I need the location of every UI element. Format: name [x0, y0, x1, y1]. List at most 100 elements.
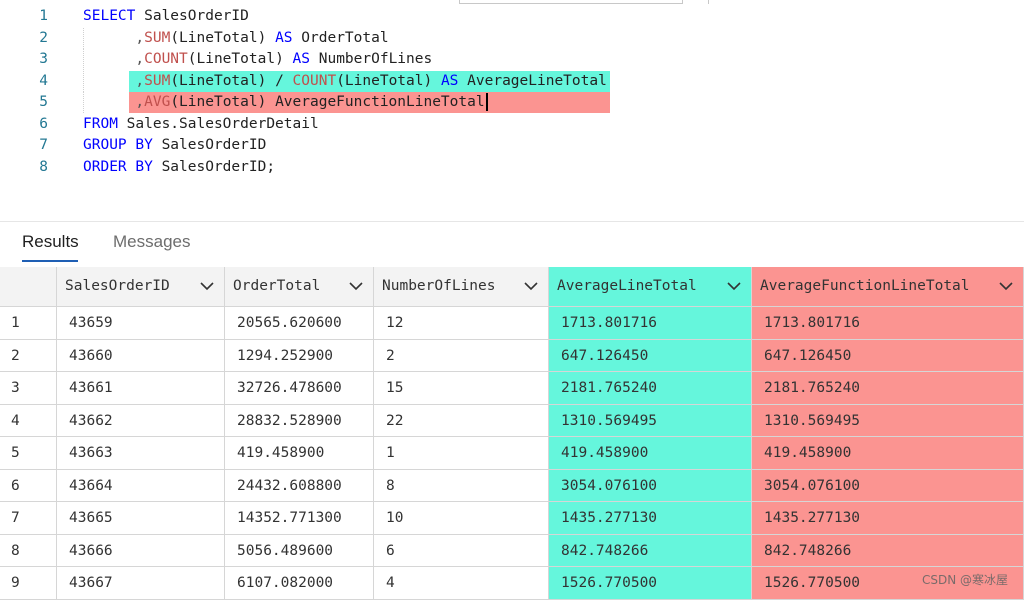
cell-number-of-lines[interactable]: 10	[374, 502, 549, 535]
code-token: ORDER BY	[83, 158, 153, 175]
cell-order-total[interactable]: 1294.252900	[225, 339, 374, 372]
cell-order-total[interactable]: 28832.528900	[225, 404, 374, 437]
cell-order-total[interactable]: 6107.082000	[225, 567, 374, 600]
line-number: 5	[39, 94, 48, 110]
cell-value: 647.126450	[561, 347, 649, 364]
cell-value: 1713.801716	[561, 315, 658, 331]
cell-average-function-line-total[interactable]: 647.126450	[752, 339, 1024, 372]
cell-sales-order-id[interactable]: 43664	[57, 469, 225, 502]
column-header-sales-order-id[interactable]: SalesOrderID	[57, 267, 225, 307]
code-line[interactable]: 6 FROM Sales.SalesOrderDetail	[0, 114, 1024, 135]
cell-sales-order-id[interactable]: 43661	[57, 372, 225, 405]
code-line[interactable]: 1 SELECT SalesOrderID	[0, 6, 1024, 27]
cell-row-number[interactable]: 1	[0, 307, 57, 340]
cell-average-function-line-total[interactable]: 1435.277130	[752, 502, 1024, 535]
cell-order-total[interactable]: 32726.478600	[225, 372, 374, 405]
table-row[interactable]: 1 43659 20565.620600 12 1713.801716 1713.8017…	[0, 307, 1024, 340]
chevron-down-icon[interactable]	[200, 267, 214, 305]
cell-row-number[interactable]: 4	[0, 404, 57, 437]
code-line[interactable]: 4 ,SUM(LineTotal) / COUNT(LineTotal) AS …	[0, 70, 1024, 92]
code-line[interactable]: 5 ,AVG(LineTotal) AverageFunctionLineTot…	[0, 92, 1024, 113]
code-line[interactable]: 2 ,SUM(LineTotal) AS OrderTotal	[0, 27, 1024, 49]
cell-row-number[interactable]: 3	[0, 372, 57, 405]
table-row[interactable]: 6 43664 24432.608800 8 3054.076100 3054.07610…	[0, 469, 1024, 502]
cell-sales-order-id[interactable]: 43659	[57, 307, 225, 340]
code-token: SUM	[144, 72, 171, 89]
cell-order-total[interactable]: 5056.489600	[225, 534, 374, 567]
table-row[interactable]: 4 43662 28832.528900 22 1310.569495 1310.5694…	[0, 404, 1024, 437]
cell-number-of-lines[interactable]: 8	[374, 469, 549, 502]
column-header-row-number[interactable]	[0, 267, 57, 307]
chevron-down-icon[interactable]	[349, 267, 363, 305]
cell-order-total[interactable]: 24432.608800	[225, 469, 374, 502]
cell-average-line-total[interactable]: 1526.770500	[549, 567, 752, 600]
cell-number-of-lines[interactable]: 22	[374, 404, 549, 437]
code-token: (LineTotal) /	[170, 72, 293, 89]
cell-row-number[interactable]: 2	[0, 339, 57, 372]
table-row[interactable]: 3 43661 32726.478600 15 2181.765240 2181.7652…	[0, 372, 1024, 405]
column-header-average-function-line-total[interactable]: AverageFunctionLineTotal	[752, 267, 1024, 307]
cell-number-of-lines[interactable]: 2	[374, 339, 549, 372]
cell-sales-order-id[interactable]: 43662	[57, 404, 225, 437]
chevron-down-icon[interactable]	[727, 267, 741, 305]
tab-results[interactable]: Results	[22, 232, 79, 252]
cell-average-line-total[interactable]: 3054.076100	[549, 469, 752, 502]
table-row[interactable]: 5 43663 419.458900 1 419.458900 419.458900	[0, 437, 1024, 470]
code-line[interactable]: 7 GROUP BY SalesOrderID	[0, 135, 1024, 156]
table-row[interactable]: 7 43665 14352.771300 10 1435.277130 1435.2771…	[0, 502, 1024, 535]
cell-average-line-total[interactable]: 419.458900	[549, 437, 752, 470]
active-tab-indicator	[22, 260, 78, 262]
cell-number-of-lines[interactable]: 12	[374, 307, 549, 340]
tab-messages[interactable]: Messages	[113, 232, 190, 252]
code-text: FROM Sales.SalesOrderDetail	[83, 114, 319, 135]
cell-sales-order-id[interactable]: 43660	[57, 339, 225, 372]
cell-row-number[interactable]: 5	[0, 437, 57, 470]
cell-order-total[interactable]: 419.458900	[225, 437, 374, 470]
results-tab-bar: Results Messages	[0, 221, 1024, 268]
chevron-down-icon[interactable]	[999, 267, 1013, 305]
cell-number-of-lines[interactable]: 4	[374, 567, 549, 600]
cell-average-function-line-total[interactable]: 842.748266	[752, 534, 1024, 567]
cell-value: 43661	[69, 380, 113, 396]
cell-order-total[interactable]: 20565.620600	[225, 307, 374, 340]
cell-row-number[interactable]: 7	[0, 502, 57, 535]
cell-value: 12	[386, 315, 404, 331]
column-header-number-of-lines[interactable]: NumberOfLines	[374, 267, 549, 307]
column-header-average-line-total[interactable]: AverageLineTotal	[549, 267, 752, 307]
code-line[interactable]: 3 ,COUNT(LineTotal) AS NumberOfLines	[0, 49, 1024, 70]
cell-number-of-lines[interactable]: 6	[374, 534, 549, 567]
cell-average-line-total[interactable]: 1713.801716	[549, 307, 752, 340]
column-header-order-total[interactable]: OrderTotal	[225, 267, 374, 307]
code-line[interactable]: 8 ORDER BY SalesOrderID;	[0, 157, 1024, 178]
cell-sales-order-id[interactable]: 43667	[57, 567, 225, 600]
cell-value: 419.458900	[764, 445, 852, 461]
cell-average-line-total[interactable]: 647.126450	[549, 339, 752, 372]
cell-average-line-total[interactable]: 2181.765240	[549, 372, 752, 405]
cell-number-of-lines[interactable]: 15	[374, 372, 549, 405]
cell-sales-order-id[interactable]: 43666	[57, 534, 225, 567]
cell-sales-order-id[interactable]: 43663	[57, 437, 225, 470]
cell-average-function-line-total[interactable]: 419.458900	[752, 437, 1024, 470]
cell-sales-order-id[interactable]: 43665	[57, 502, 225, 535]
cell-value: 2181.765240	[764, 380, 861, 396]
table-row[interactable]: 8 43666 5056.489600 6 842.748266 842.748266	[0, 534, 1024, 567]
cell-row-number[interactable]: 6	[0, 469, 57, 502]
table-row[interactable]: 9 43667 6107.082000 4 1526.770500 1526.770500	[0, 567, 1024, 600]
cell-average-line-total[interactable]: 1435.277130	[549, 502, 752, 535]
cell-value: 647.126450	[764, 347, 852, 364]
cell-row-number[interactable]: 8	[0, 534, 57, 567]
cell-average-function-line-total[interactable]: 2181.765240	[752, 372, 1024, 405]
line-number: 7	[39, 137, 48, 153]
cell-order-total[interactable]: 14352.771300	[225, 502, 374, 535]
cell-average-function-line-total[interactable]: 3054.076100	[752, 469, 1024, 502]
cell-number-of-lines[interactable]: 1	[374, 437, 549, 470]
chevron-down-icon[interactable]	[524, 267, 538, 305]
cell-row-number[interactable]: 9	[0, 567, 57, 600]
table-row[interactable]: 2 43660 1294.252900 2 647.126450 647.126450	[0, 339, 1024, 372]
cell-average-function-line-total[interactable]: 1310.569495	[752, 404, 1024, 437]
column-header-label: AverageFunctionLineTotal	[760, 278, 970, 294]
cell-average-function-line-total[interactable]: 1713.801716	[752, 307, 1024, 340]
cell-average-line-total[interactable]: 1310.569495	[549, 404, 752, 437]
cell-average-line-total[interactable]: 842.748266	[549, 534, 752, 567]
sql-editor[interactable]: 1 SELECT SalesOrderID 2 ,SUM(LineTotal) AS…	[0, 0, 1024, 215]
